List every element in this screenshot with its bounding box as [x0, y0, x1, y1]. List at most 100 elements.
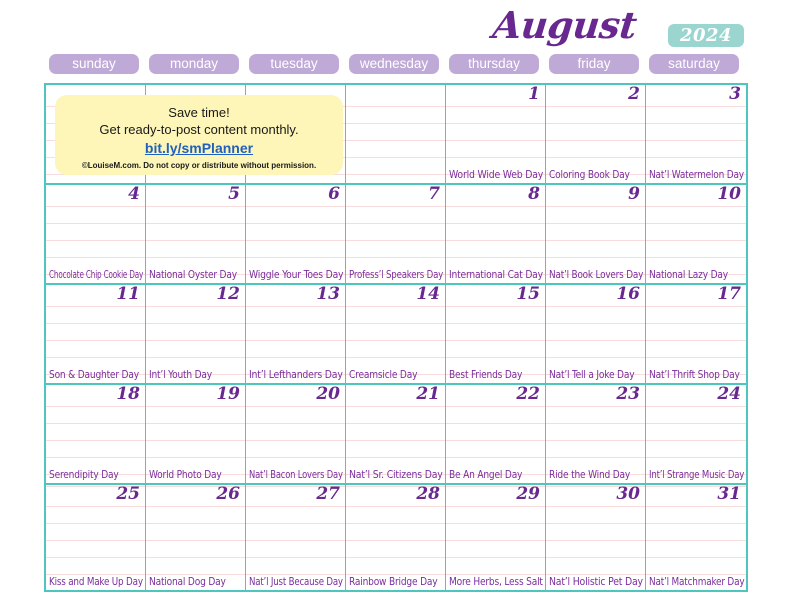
day-cell-2[interactable]: 2 Coloring Book Day	[546, 85, 646, 183]
year-badge: 2024	[668, 24, 744, 47]
weekday-pill-friday: friday	[549, 54, 639, 74]
day-event-label: Nat’l Bacon Lovers Day	[249, 469, 343, 481]
day-number: 14	[416, 285, 440, 304]
day-cell-6[interactable]: 6 Wiggle Your Toes Day	[246, 185, 346, 283]
day-cell-10[interactable]: 10 National Lazy Day	[646, 185, 746, 283]
day-cell-7[interactable]: 7 Profess’l Speakers Day	[346, 185, 446, 283]
day-event-label: Nat’l Just Because Day	[249, 576, 343, 588]
day-number: 19	[216, 385, 240, 404]
day-event-label: Wiggle Your Toes Day	[249, 269, 344, 281]
promo-link[interactable]: bit.ly/smPlanner	[55, 139, 343, 157]
day-event-label: Nat’l Sr. Citizens Day	[349, 469, 443, 481]
day-number: 15	[516, 285, 540, 304]
weekday-header-row: sunday monday tuesday wednesday thursday frid…	[44, 54, 748, 76]
day-cell-empty[interactable]	[346, 85, 446, 183]
day-event-label: International Cat Day	[449, 269, 543, 281]
day-event-label: National Oyster Day	[149, 269, 237, 281]
day-number: 18	[116, 385, 140, 404]
day-event-label: Coloring Book Day	[549, 169, 630, 181]
day-number: 2	[628, 85, 640, 104]
day-number: 25	[116, 485, 140, 504]
day-event-label: Int’l Strange Music Day	[649, 469, 745, 481]
day-number: 27	[316, 485, 340, 504]
day-cell-31[interactable]: 31 Nat’l Matchmaker Day	[646, 485, 746, 590]
day-event-label: National Lazy Day	[649, 269, 728, 281]
day-number: 29	[516, 485, 540, 504]
day-event-label: Int’l Youth Day	[149, 369, 212, 381]
day-cell-3[interactable]: 3 Nat’l Watermelon Day	[646, 85, 746, 183]
day-cell-4[interactable]: 4 Chocolate Chip Cookie Day	[46, 185, 146, 283]
day-cell-21[interactable]: 21 Nat’l Sr. Citizens Day	[346, 385, 446, 483]
promo-subtext: Get ready-to-post content monthly.	[99, 122, 299, 137]
day-event-label: Nat’l Matchmaker Day	[649, 576, 745, 588]
day-number: 11	[116, 285, 140, 304]
weekday-pill-thursday: thursday	[449, 54, 539, 74]
day-number: 28	[416, 485, 440, 504]
day-event-label: Creamsicle Day	[349, 369, 418, 381]
day-cell-20[interactable]: 20 Nat’l Bacon Lovers Day	[246, 385, 346, 483]
calendar-header: August 2024	[0, 0, 792, 48]
day-event-label: Kiss and Make Up Day	[49, 576, 143, 588]
day-event-label: Rainbow Bridge Day	[349, 576, 438, 588]
day-number: 20	[316, 385, 340, 404]
day-number: 9	[628, 185, 640, 204]
day-event-label: Int’l Lefthanders Day	[249, 369, 343, 381]
day-cell-15[interactable]: 15 Best Friends Day	[446, 285, 546, 383]
day-event-label: National Dog Day	[149, 576, 226, 588]
day-number: 23	[616, 385, 640, 404]
day-event-label: Nat’l Watermelon Day	[649, 169, 744, 181]
day-cell-14[interactable]: 14 Creamsicle Day	[346, 285, 446, 383]
day-number: 8	[528, 185, 540, 204]
day-event-label: Ride the Wind Day	[549, 469, 631, 481]
day-cell-29[interactable]: 29 More Herbs, Less Salt	[446, 485, 546, 590]
day-cell-27[interactable]: 27 Nat’l Just Because Day	[246, 485, 346, 590]
day-cell-26[interactable]: 26 National Dog Day	[146, 485, 246, 590]
month-title: August	[490, 3, 639, 47]
day-number: 13	[316, 285, 340, 304]
calendar-week-row: 18 Serendipity Day 19 World Photo Day 20 Nat’…	[46, 385, 746, 485]
day-event-label: More Herbs, Less Salt	[449, 576, 543, 588]
day-cell-19[interactable]: 19 World Photo Day	[146, 385, 246, 483]
day-cell-17[interactable]: 17 Nat’l Thrift Shop Day	[646, 285, 746, 383]
day-cell-18[interactable]: 18 Serendipity Day	[46, 385, 146, 483]
day-cell-8[interactable]: 8 International Cat Day	[446, 185, 546, 283]
weekday-pill-wednesday: wednesday	[349, 54, 439, 74]
day-cell-23[interactable]: 23 Ride the Wind Day	[546, 385, 646, 483]
day-cell-16[interactable]: 16 Nat’l Tell a Joke Day	[546, 285, 646, 383]
day-cell-22[interactable]: 22 Be An Angel Day	[446, 385, 546, 483]
day-cell-13[interactable]: 13 Int’l Lefthanders Day	[246, 285, 346, 383]
promo-copyright: ©LouiseM.com. Do not copy or distribute …	[81, 161, 317, 170]
day-cell-28[interactable]: 28 Rainbow Bridge Day	[346, 485, 446, 590]
day-event-label: Chocolate Chip Cookie Day	[49, 269, 144, 281]
day-event-label: Nat’l Tell a Joke Day	[549, 369, 635, 381]
day-number: 24	[717, 385, 741, 404]
weekday-header-cell: thursday	[444, 54, 544, 76]
day-cell-9[interactable]: 9 Nat’l Book Lovers Day	[546, 185, 646, 283]
day-cell-11[interactable]: 11 Son & Daughter Day	[46, 285, 146, 383]
weekday-header-cell: monday	[144, 54, 244, 76]
day-number: 10	[717, 185, 741, 204]
day-event-label: Profess’l Speakers Day	[349, 269, 444, 281]
day-cell-1[interactable]: 1 World Wide Web Day	[446, 85, 546, 183]
day-number: 22	[516, 385, 540, 404]
day-event-label: Nat’l Holistic Pet Day	[549, 576, 643, 588]
day-number: 4	[128, 185, 140, 204]
calendar-week-row: 4 Chocolate Chip Cookie Day 5 National Oyst…	[46, 185, 746, 285]
weekday-header-cell: tuesday	[244, 54, 344, 76]
day-cell-30[interactable]: 30 Nat’l Holistic Pet Day	[546, 485, 646, 590]
day-number: 3	[729, 85, 741, 104]
calendar-week-row: 11 Son & Daughter Day 12 Int’l Youth Day 13 I…	[46, 285, 746, 385]
day-number: 12	[216, 285, 240, 304]
day-number: 21	[416, 385, 440, 404]
day-cell-25[interactable]: 25 Kiss and Make Up Day	[46, 485, 146, 590]
day-number: 6	[328, 185, 340, 204]
day-cell-24[interactable]: 24 Int’l Strange Music Day	[646, 385, 746, 483]
day-cell-12[interactable]: 12 Int’l Youth Day	[146, 285, 246, 383]
day-number: 17	[717, 285, 741, 304]
day-number: 31	[717, 485, 741, 504]
day-cell-5[interactable]: 5 National Oyster Day	[146, 185, 246, 283]
day-number: 7	[428, 185, 440, 204]
day-number: 1	[528, 85, 540, 104]
weekday-pill-sunday: sunday	[49, 54, 139, 74]
weekday-pill-saturday: saturday	[649, 54, 739, 74]
